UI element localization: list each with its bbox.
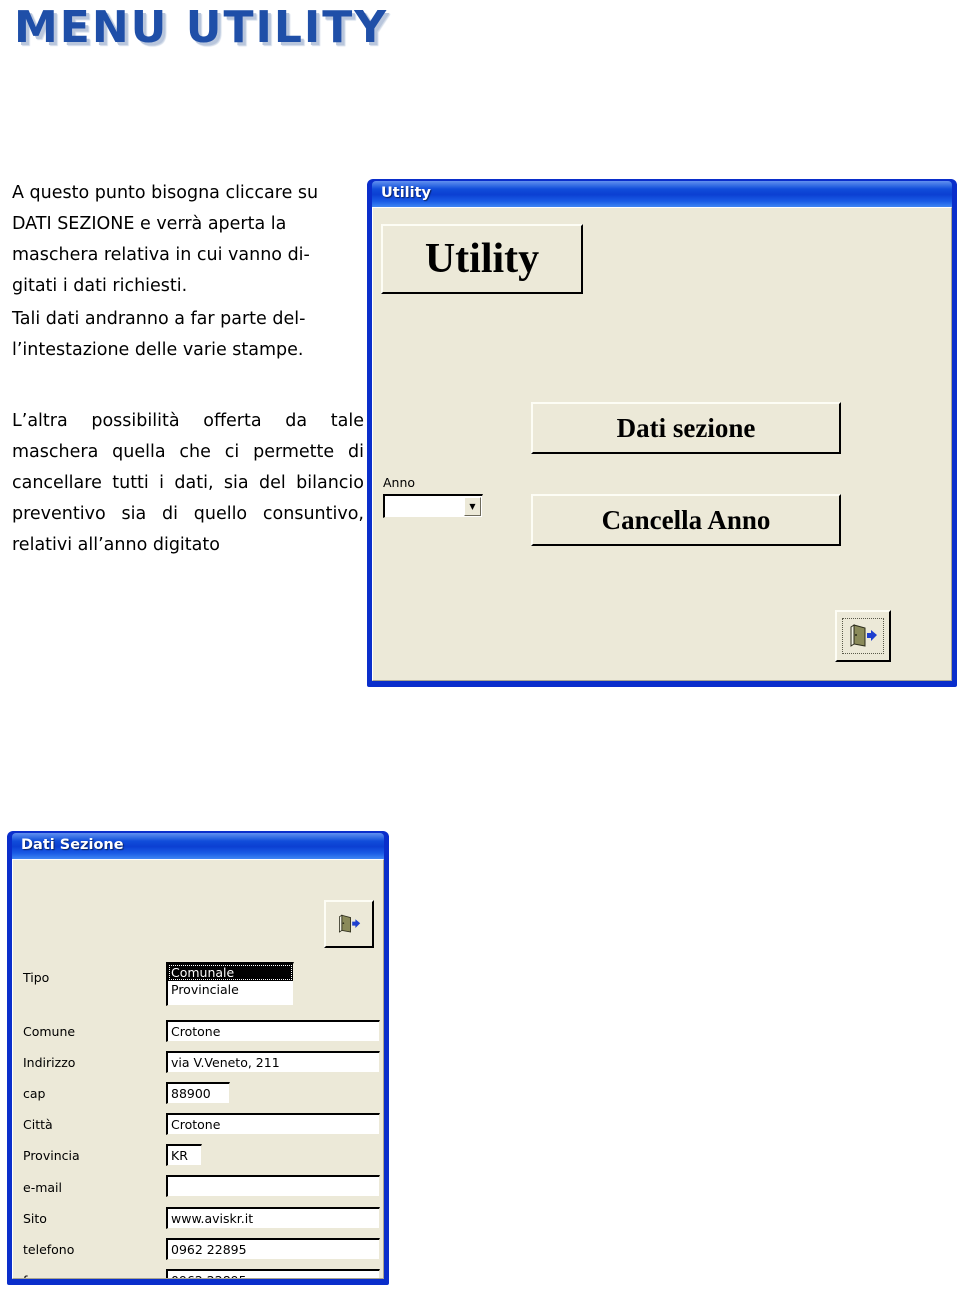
paragraph: Tali dati andranno a far parte del- l’in… bbox=[12, 304, 364, 366]
intro-text-block: A questo punto bisogna cliccare su DATI … bbox=[12, 178, 364, 368]
text-line: l’intestazione delle varie stampe. bbox=[12, 340, 304, 360]
page-title: MENU UTILITY bbox=[14, 2, 389, 53]
dati-sezione-window-title: Dati Sezione bbox=[21, 837, 124, 853]
utility-window-body: Utility Anno ▼ Dati sezione Cancella Ann… bbox=[372, 207, 952, 681]
text-line: DATI SEZIONE e verrà aperta la bbox=[12, 214, 287, 234]
fax-input[interactable]: 0962 22895 bbox=[166, 1269, 380, 1278]
text-line: maschera relativa in cui vanno di- bbox=[12, 245, 310, 265]
dati-sezione-button[interactable]: Dati sezione bbox=[531, 402, 841, 454]
paragraph: A questo punto bisogna cliccare su DATI … bbox=[12, 178, 364, 302]
exit-door-icon bbox=[339, 914, 361, 933]
email-input[interactable] bbox=[166, 1175, 380, 1197]
tipo-listbox[interactable]: Comunale Provinciale bbox=[166, 962, 294, 1006]
tipo-label: Tipo bbox=[23, 970, 50, 985]
exit-button[interactable] bbox=[324, 900, 374, 948]
provincia-input[interactable]: KR bbox=[166, 1144, 202, 1166]
cap-input[interactable]: 88900 bbox=[166, 1082, 230, 1104]
text-line: gitati i dati richiesti. bbox=[12, 276, 188, 296]
citta-label: Città bbox=[23, 1117, 53, 1132]
text-line: Tali dati andranno a far parte del- bbox=[12, 309, 306, 329]
utility-window-titlebar[interactable]: Utility bbox=[372, 181, 952, 207]
dati-sezione-window-body: Tipo Comunale Provinciale Comune Crotone… bbox=[12, 859, 384, 1279]
cap-label: cap bbox=[23, 1086, 46, 1101]
comune-input[interactable]: Crotone bbox=[166, 1020, 380, 1042]
utility-window-title: Utility bbox=[381, 185, 431, 201]
cancella-anno-button[interactable]: Cancella Anno bbox=[531, 494, 841, 546]
paragraph: L’altra possibilità offerta da tale masc… bbox=[12, 411, 364, 555]
utility-heading-label: Utility bbox=[424, 236, 540, 282]
utility-heading-panel: Utility bbox=[381, 224, 583, 294]
telefono-input[interactable]: 0962 22895 bbox=[166, 1238, 380, 1260]
comune-label: Comune bbox=[23, 1024, 76, 1039]
dati-sezione-button-label: Dati sezione bbox=[616, 412, 756, 443]
chevron-down-icon[interactable]: ▼ bbox=[464, 497, 481, 516]
indirizzo-label: Indirizzo bbox=[23, 1055, 76, 1070]
sito-input[interactable]: www.aviskr.it bbox=[166, 1207, 380, 1229]
cancella-anno-button-label: Cancella Anno bbox=[601, 504, 771, 535]
list-item[interactable]: Comunale bbox=[168, 964, 293, 981]
focus-outline bbox=[841, 617, 885, 655]
list-item[interactable]: Provinciale bbox=[168, 981, 293, 998]
telefono-label: telefono bbox=[23, 1242, 75, 1257]
email-label: e-mail bbox=[23, 1180, 62, 1195]
sito-label: Sito bbox=[23, 1211, 47, 1226]
dati-sezione-window: Dati Sezione Tipo Comunale Provinciale C… bbox=[8, 832, 388, 1284]
exit-button[interactable] bbox=[835, 610, 891, 662]
provincia-label: Provincia bbox=[23, 1148, 80, 1163]
fax-label: fax bbox=[23, 1273, 42, 1278]
citta-input[interactable]: Crotone bbox=[166, 1113, 380, 1135]
exit-door-icon bbox=[850, 624, 877, 647]
anno-combobox[interactable]: ▼ bbox=[383, 494, 483, 518]
description-text-block: L’altra possibilità offerta da tale masc… bbox=[12, 406, 364, 563]
utility-window: Utility Utility Anno ▼ Dati sezione Canc… bbox=[368, 180, 956, 686]
text-line: A questo punto bisogna cliccare su bbox=[12, 183, 319, 203]
dati-sezione-window-titlebar[interactable]: Dati Sezione bbox=[12, 833, 384, 859]
anno-label: Anno bbox=[383, 475, 416, 490]
indirizzo-input[interactable]: via V.Veneto, 211 bbox=[166, 1051, 380, 1073]
